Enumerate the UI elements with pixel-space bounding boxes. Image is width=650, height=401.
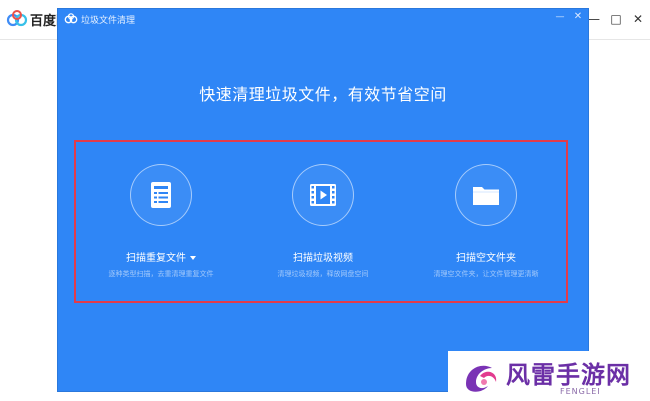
- scan-options-highlight-box: 扫描重复文件 逐种类型扫描，去重清理重复文件 扫描垃圾视频 清理垃圾视频，释放网…: [74, 140, 568, 303]
- junk-videos-label[interactable]: 扫描垃圾视频: [241, 249, 405, 264]
- watermark-subtext: FENGLEI: [560, 387, 601, 396]
- empty-folders-circle: [455, 164, 517, 226]
- app-close-button[interactable]: ✕: [632, 12, 644, 26]
- duplicate-files-circle: [130, 164, 192, 226]
- chevron-down-icon[interactable]: [190, 256, 196, 260]
- junk-videos-circle: [292, 164, 354, 226]
- video-film-icon: [310, 184, 336, 206]
- dialog-title: 垃圾文件清理: [81, 16, 136, 26]
- scan-empty-folders-option[interactable]: 扫描空文件夹 清理空文件夹，让文件管理更清晰: [404, 142, 568, 301]
- dialog-cloud-logo-icon: [64, 13, 78, 24]
- junk-videos-desc: 清理垃圾视频，释放网盘空间: [277, 270, 369, 278]
- duplicate-files-label[interactable]: 扫描重复文件: [79, 249, 243, 264]
- dialog-minimize-button[interactable]: —: [554, 11, 566, 23]
- duplicate-files-desc: 逐种类型扫描，去重清理重复文件: [108, 270, 214, 278]
- app-minimize-button[interactable]: —: [588, 12, 600, 26]
- junk-cleanup-dialog: 垃圾文件清理 — ✕ 快速清理垃圾文件，有效节省空间 扫描重复文件 逐种类型扫描…: [58, 9, 588, 391]
- dialog-headline: 快速清理垃圾文件，有效节省空间: [199, 85, 447, 104]
- empty-folders-label[interactable]: 扫描空文件夹: [404, 249, 568, 264]
- app-maximize-button[interactable]: □: [610, 12, 622, 26]
- scan-duplicate-files-option[interactable]: 扫描重复文件 逐种类型扫描，去重清理重复文件: [79, 142, 243, 301]
- app-title: 百度网盘: [30, 14, 58, 29]
- fenglei-logo-icon: [466, 365, 497, 392]
- list-document-icon: [151, 182, 171, 208]
- app-window-controls: — □ ✕: [588, 12, 644, 26]
- app-left-area: [0, 40, 58, 401]
- folder-icon: [473, 187, 499, 205]
- dialog-close-button[interactable]: ✕: [572, 11, 584, 23]
- fenglei-watermark: 风雷手游网 FENGLEI: [448, 351, 650, 401]
- empty-folders-desc: 清理空文件夹，让文件管理更清晰: [433, 270, 539, 278]
- app-right-area: [588, 40, 650, 401]
- watermark-text: 风雷手游网: [506, 361, 631, 389]
- dialog-header: 垃圾文件清理 — ✕: [58, 9, 588, 29]
- baidu-cloud-logo-icon: [6, 10, 28, 27]
- scan-junk-videos-option[interactable]: 扫描垃圾视频 清理垃圾视频，释放网盘空间: [241, 142, 405, 301]
